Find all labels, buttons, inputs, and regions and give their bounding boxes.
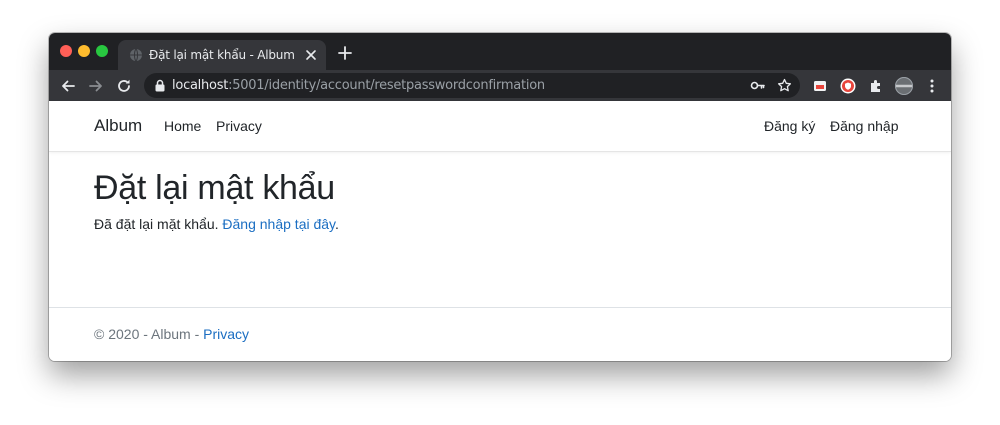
lock-icon[interactable] xyxy=(154,79,166,92)
nav-link-home[interactable]: Home xyxy=(164,118,201,134)
url-path: :5001/identity/account/resetpasswordconf… xyxy=(228,78,545,93)
confirmation-message: Đã đặt lại mặt khẩu. Đăng nhập tại đây. xyxy=(94,216,339,232)
confirmation-text: Đã đặt lại mặt khẩu. xyxy=(94,216,223,232)
tab-bar: Đặt lại mật khẩu - Album xyxy=(49,33,951,70)
browser-toolbar: localhost:5001/identity/account/resetpas… xyxy=(49,70,951,101)
page-title: Đặt lại mật khẩu xyxy=(94,169,335,207)
footer-divider xyxy=(49,307,951,308)
more-menu-icon[interactable] xyxy=(924,78,940,94)
close-window-button[interactable] xyxy=(60,45,72,57)
minimize-window-button[interactable] xyxy=(78,45,90,57)
confirmation-period: . xyxy=(335,216,339,232)
extension-shield-icon[interactable] xyxy=(840,78,856,94)
globe-icon xyxy=(130,48,142,62)
footer-privacy-link[interactable]: Privacy xyxy=(203,326,249,342)
reload-icon[interactable] xyxy=(116,78,132,94)
maximize-window-button[interactable] xyxy=(96,45,108,57)
nav-link-privacy[interactable]: Privacy xyxy=(216,118,262,134)
forward-arrow-icon[interactable] xyxy=(88,78,104,94)
new-tab-icon[interactable] xyxy=(338,46,352,60)
site-footer: © 2020 - Album - Privacy xyxy=(94,326,249,342)
nav-link-register[interactable]: Đăng ký xyxy=(764,118,815,134)
site-navbar: Album Home Privacy Đăng ký Đăng nhập xyxy=(49,101,951,152)
star-icon[interactable] xyxy=(777,78,792,93)
back-arrow-icon[interactable] xyxy=(60,78,76,94)
url-host: localhost xyxy=(172,78,229,93)
browser-tab-active[interactable]: Đặt lại mật khẩu - Album xyxy=(118,40,326,70)
extensions-puzzle-icon[interactable] xyxy=(868,78,884,94)
nav-link-login[interactable]: Đăng nhập xyxy=(830,118,899,134)
tab-title: Đặt lại mật khẩu - Album xyxy=(149,48,295,62)
profile-avatar-icon[interactable] xyxy=(895,77,913,95)
url-text[interactable]: localhost:5001/identity/account/resetpas… xyxy=(172,78,545,93)
browser-window: Đặt lại mật khẩu - Album localhost:5001/… xyxy=(49,33,951,361)
address-bar[interactable]: localhost:5001/identity/account/resetpas… xyxy=(144,73,800,98)
close-tab-icon[interactable] xyxy=(305,49,317,61)
login-here-link[interactable]: Đăng nhập tại đây xyxy=(222,216,335,232)
extension-screenshot-icon[interactable] xyxy=(812,78,828,94)
web-page: Album Home Privacy Đăng ký Đăng nhập Đặt… xyxy=(49,101,951,361)
key-icon[interactable] xyxy=(750,78,765,93)
footer-copyright: © 2020 - Album - xyxy=(94,326,204,342)
site-brand-link[interactable]: Album xyxy=(94,116,142,136)
